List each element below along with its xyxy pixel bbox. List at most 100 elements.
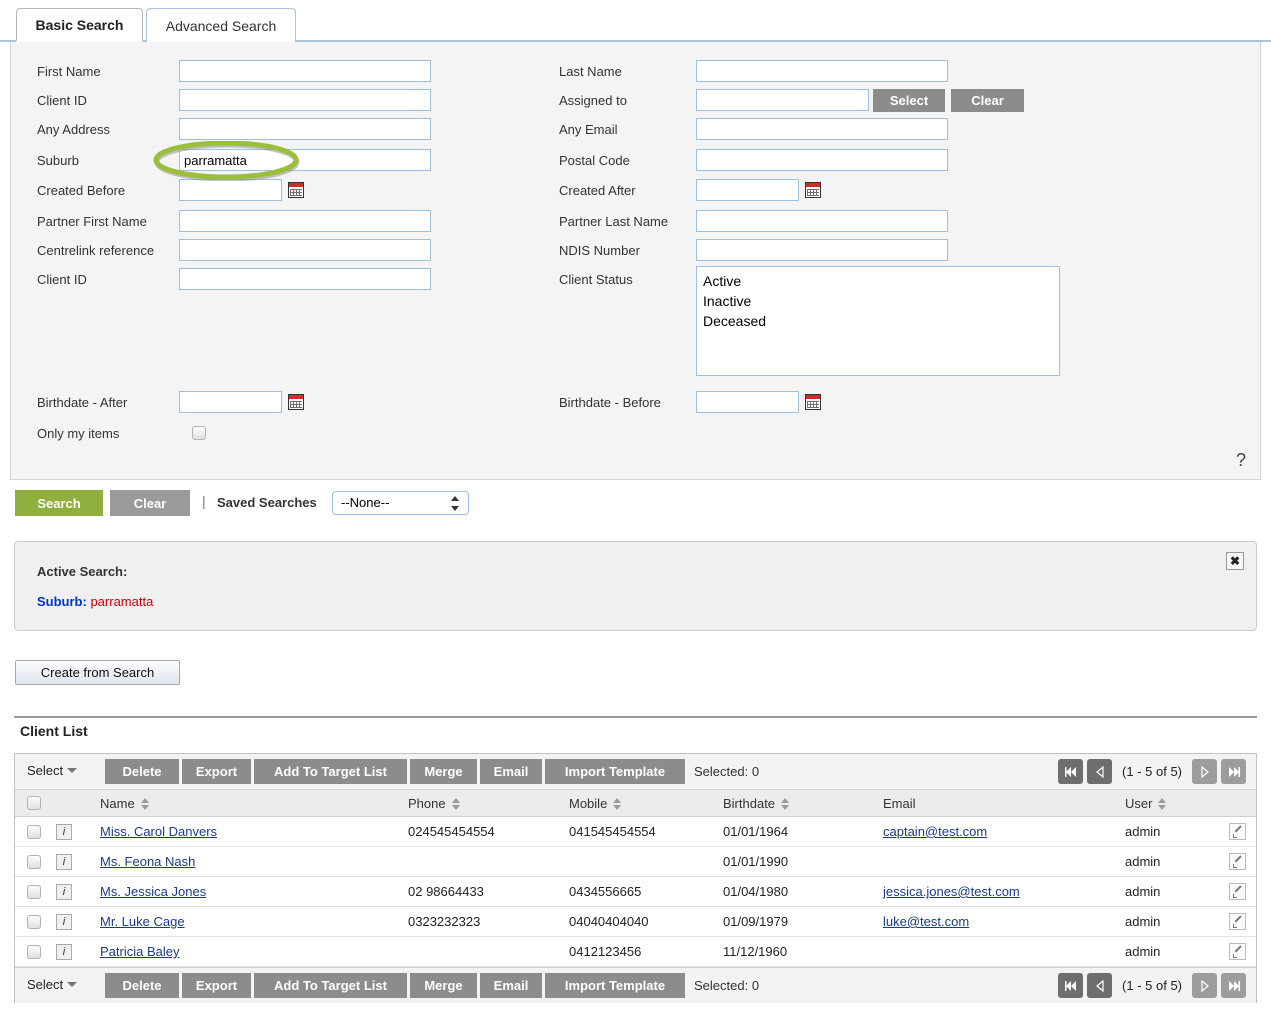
created-before-input[interactable] (179, 179, 282, 201)
select-dropdown-bottom-label: Select (27, 977, 63, 992)
client-id-bottom-input[interactable] (179, 268, 431, 290)
client-name-link[interactable]: Miss. Carol Danvers (100, 824, 217, 839)
last-page-button-bottom[interactable] (1221, 973, 1246, 998)
saved-searches-select[interactable]: --None-- (332, 491, 469, 515)
any-email-input[interactable] (696, 118, 948, 140)
first-name-input[interactable] (179, 60, 431, 82)
merge-button-top[interactable]: Merge (410, 759, 477, 784)
calendar-icon[interactable] (805, 182, 821, 198)
client-name-link[interactable]: Mr. Luke Cage (100, 914, 185, 929)
create-from-search-button[interactable]: Create from Search (15, 660, 180, 685)
column-header-user[interactable]: User (1125, 796, 1167, 811)
export-button-top[interactable]: Export (182, 759, 251, 784)
sort-icon[interactable] (613, 798, 622, 810)
export-button-bottom[interactable]: Export (182, 973, 251, 998)
centrelink-reference-input[interactable] (179, 239, 431, 261)
suburb-input[interactable] (179, 149, 431, 171)
close-icon[interactable]: ✖ (1226, 552, 1244, 570)
partner-first-name-input[interactable] (179, 210, 431, 232)
postal-code-input[interactable] (696, 149, 948, 171)
row-checkbox[interactable] (27, 855, 41, 869)
delete-button-top[interactable]: Delete (105, 759, 179, 784)
email-button-top[interactable]: Email (480, 759, 542, 784)
any-address-input[interactable] (179, 118, 431, 140)
search-button[interactable]: Search (15, 490, 103, 516)
email-button-bottom[interactable]: Email (480, 973, 542, 998)
assigned-to-select-button[interactable]: Select (873, 89, 945, 112)
help-icon[interactable]: ? (1236, 450, 1246, 471)
sort-icon[interactable] (781, 798, 790, 810)
row-checkbox[interactable] (27, 885, 41, 899)
field-suburb-label: Suburb (37, 153, 179, 168)
next-page-button-bottom[interactable] (1192, 973, 1217, 998)
last-page-button-top[interactable] (1221, 759, 1246, 784)
assigned-to-input[interactable] (696, 89, 869, 111)
clear-button[interactable]: Clear (110, 490, 190, 516)
last-name-input[interactable] (696, 60, 948, 82)
client-email-link[interactable]: captain@test.com (883, 824, 987, 839)
created-after-input[interactable] (696, 179, 799, 201)
select-all-checkbox[interactable] (27, 796, 41, 810)
prev-page-button-bottom[interactable] (1087, 973, 1112, 998)
client-name-link[interactable]: Patricia Baley (100, 944, 179, 959)
info-icon[interactable]: i (56, 854, 72, 870)
info-icon[interactable]: i (56, 884, 72, 900)
info-icon[interactable]: i (56, 914, 72, 930)
row-checkbox[interactable] (27, 915, 41, 929)
next-page-button-top[interactable] (1192, 759, 1217, 784)
column-header-name[interactable]: Name (100, 796, 150, 811)
row-checkbox[interactable] (27, 945, 41, 959)
edit-icon[interactable] (1229, 883, 1246, 900)
prev-page-button-top[interactable] (1087, 759, 1112, 784)
client-status-option-deceased[interactable]: Deceased (703, 311, 1053, 331)
add-to-target-list-button-top[interactable]: Add To Target List (254, 759, 407, 784)
ndis-number-input[interactable] (696, 239, 948, 261)
sort-icon[interactable] (1158, 798, 1167, 810)
edit-icon[interactable] (1229, 913, 1246, 930)
client-status-listbox[interactable]: Active Inactive Deceased (696, 266, 1060, 376)
tab-bar: Basic Search Advanced Search (0, 0, 1271, 42)
field-client-id-bottom-label: Client ID (37, 272, 179, 287)
calendar-icon[interactable] (805, 394, 821, 410)
row-checkbox[interactable] (27, 825, 41, 839)
edit-icon[interactable] (1229, 823, 1246, 840)
sort-icon[interactable] (141, 798, 150, 810)
client-status-option-active[interactable]: Active (703, 271, 1053, 291)
column-header-mobile[interactable]: Mobile (569, 796, 622, 811)
calendar-icon[interactable] (288, 182, 304, 198)
import-template-button-bottom[interactable]: Import Template (545, 973, 685, 998)
client-birthdate: 01/01/1964 (723, 824, 788, 839)
tab-advanced-search[interactable]: Advanced Search (146, 8, 296, 42)
select-dropdown-top[interactable]: Select (27, 763, 77, 778)
sort-icon[interactable] (452, 798, 461, 810)
edit-icon[interactable] (1229, 943, 1246, 960)
edit-icon[interactable] (1229, 853, 1246, 870)
client-status-option-inactive[interactable]: Inactive (703, 291, 1053, 311)
first-page-button-top[interactable] (1058, 759, 1083, 784)
search-page: Basic Search Advanced Search First Name … (0, 0, 1271, 1012)
partner-last-name-input[interactable] (696, 210, 948, 232)
tab-basic-search[interactable]: Basic Search (16, 8, 143, 42)
only-my-items-checkbox[interactable] (192, 426, 206, 440)
client-email-link[interactable]: jessica.jones@test.com (883, 884, 1020, 899)
birthdate-after-input[interactable] (179, 391, 282, 413)
delete-button-bottom[interactable]: Delete (105, 973, 179, 998)
client-email-link[interactable]: luke@test.com (883, 914, 969, 929)
client-id-top-input[interactable] (179, 89, 431, 111)
column-header-phone[interactable]: Phone (408, 796, 461, 811)
client-name-link[interactable]: Ms. Feona Nash (100, 854, 195, 869)
info-icon[interactable]: i (56, 944, 72, 960)
select-dropdown-bottom[interactable]: Select (27, 977, 77, 992)
info-icon[interactable]: i (56, 824, 72, 840)
calendar-icon[interactable] (288, 394, 304, 410)
client-name-link[interactable]: Ms. Jessica Jones (100, 884, 206, 899)
client-user: admin (1125, 854, 1160, 869)
add-to-target-list-button-bottom[interactable]: Add To Target List (254, 973, 407, 998)
first-page-button-bottom[interactable] (1058, 973, 1083, 998)
assigned-to-clear-button[interactable]: Clear (951, 89, 1024, 112)
merge-button-bottom[interactable]: Merge (410, 973, 477, 998)
import-template-button-top[interactable]: Import Template (545, 759, 685, 784)
page-info-top: (1 - 5 of 5) (1116, 764, 1188, 779)
birthdate-before-input[interactable] (696, 391, 799, 413)
column-header-birthdate[interactable]: Birthdate (723, 796, 790, 811)
